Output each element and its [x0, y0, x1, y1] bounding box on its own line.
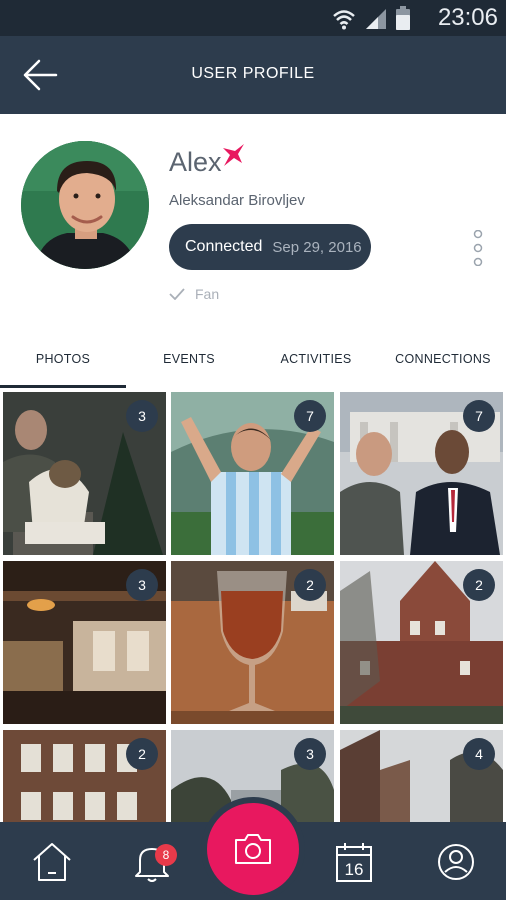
profile-full-name: Aleksandar Birovljev	[169, 192, 305, 209]
tab-photos[interactable]: PHOTOS	[0, 330, 126, 388]
tab-label: EVENTS	[163, 352, 215, 366]
tab-label: PHOTOS	[35, 352, 91, 366]
profile-tabs: PHOTOS EVENTS ACTIVITIES CONNECTIONS	[0, 330, 506, 388]
photo-tile[interactable]: 3	[3, 392, 166, 555]
calendar-icon: 16	[336, 843, 372, 882]
profile-header: Alex Aleksandar Birovljev Connected Sep …	[0, 114, 506, 328]
tab-activities[interactable]: ACTIVITIES	[252, 330, 380, 388]
photo-tile[interactable]: 4	[340, 730, 503, 822]
more-options-button[interactable]	[470, 229, 486, 267]
check-icon	[169, 288, 185, 300]
photo-count-badge: 7	[463, 400, 495, 432]
nav-profile-button[interactable]	[434, 840, 478, 884]
tab-label: ACTIVITIES	[280, 352, 352, 366]
signal-icon	[366, 9, 386, 29]
calendar-day: 16	[345, 860, 364, 879]
photo-tile[interactable]: 2	[340, 561, 503, 724]
photo-tile[interactable]: 7	[340, 392, 503, 555]
home-icon	[33, 843, 71, 881]
profile-icon	[438, 844, 474, 880]
photo-tile[interactable]: 2	[171, 561, 334, 724]
connection-status-button[interactable]: Connected Sep 29, 2016	[169, 224, 371, 270]
photo-count-badge: 2	[294, 569, 326, 601]
photo-count-badge: 3	[294, 738, 326, 770]
relationship-status: Fan	[169, 286, 219, 302]
star-icon	[223, 144, 244, 166]
page-title: USER PROFILE	[191, 65, 315, 82]
wifi-icon	[333, 10, 355, 30]
status-time: 23:06	[437, 4, 498, 31]
connection-date: Sep 29, 2016	[272, 238, 362, 256]
photo-count-badge: 2	[463, 569, 495, 601]
photo-count-badge: 7	[294, 400, 326, 432]
photo-count-badge: 3	[126, 400, 158, 432]
photo-count-badge: 4	[463, 738, 495, 770]
avatar-image	[21, 141, 149, 269]
photo-tile[interactable]: 2	[3, 730, 166, 822]
status-bar: 23:06	[0, 0, 506, 36]
more-vertical-icon	[473, 229, 483, 267]
tab-connections[interactable]: CONNECTIONS	[380, 330, 506, 388]
battery-icon	[396, 6, 410, 30]
status-icons	[332, 6, 410, 30]
camera-button[interactable]	[201, 797, 305, 900]
photo-tile[interactable]: 3	[3, 561, 166, 724]
notification-count-badge: 8	[155, 844, 177, 866]
camera-icon	[235, 834, 271, 864]
app-bar: USER PROFILE	[0, 36, 506, 114]
photo-grid: 3 7 7 3 2 2 2 3 4	[0, 392, 506, 822]
tab-events[interactable]: EVENTS	[126, 330, 252, 388]
avatar[interactable]	[21, 141, 149, 269]
profile-name: Alex	[169, 147, 222, 177]
photo-tile[interactable]: 7	[171, 392, 334, 555]
nav-home-button[interactable]	[30, 840, 74, 884]
photo-count-badge: 2	[126, 738, 158, 770]
relationship-label: Fan	[195, 286, 220, 302]
connection-status-label: Connected	[185, 238, 263, 255]
tab-label: CONNECTIONS	[395, 352, 491, 366]
nav-calendar-button[interactable]: 16	[332, 840, 376, 884]
photo-count-badge: 3	[126, 569, 158, 601]
